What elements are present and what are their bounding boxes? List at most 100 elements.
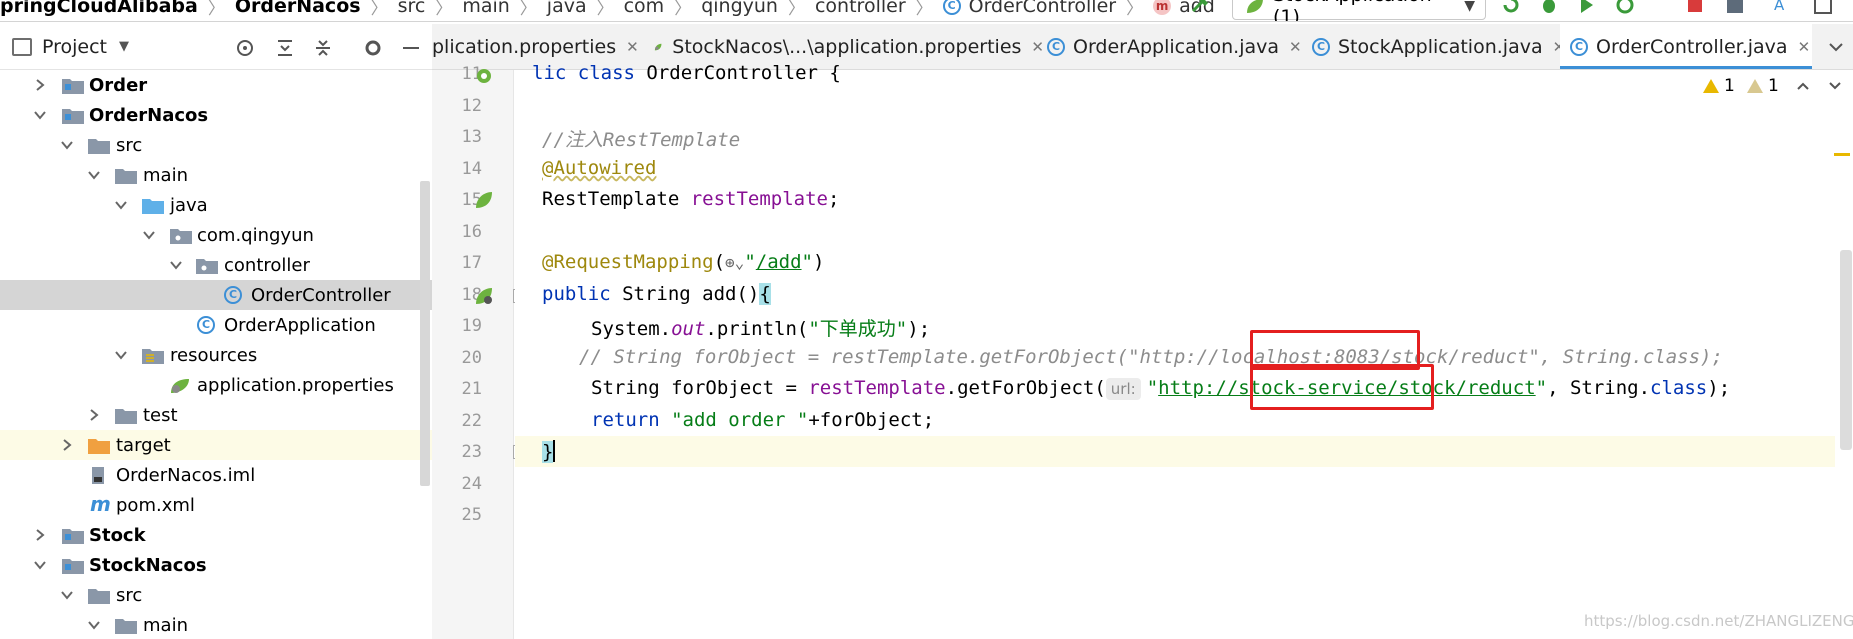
close-icon[interactable]: ✕ [1798, 38, 1811, 56]
resources-folder-icon [142, 348, 164, 364]
tree-item-application-properties[interactable]: application.properties [0, 370, 432, 400]
chevron-down-icon[interactable] [114, 198, 128, 212]
breadcrumb-item-java[interactable]: java [547, 0, 587, 17]
gear-icon[interactable] [362, 37, 384, 59]
close-icon[interactable]: ✕ [1289, 38, 1302, 56]
package-icon [170, 228, 192, 244]
collapse-all-icon[interactable] [312, 37, 334, 59]
rerun-icon[interactable] [1500, 0, 1522, 16]
tree-item-main[interactable]: main [0, 160, 432, 190]
tree-item-main[interactable]: main [0, 610, 432, 639]
tabs-overflow-icon[interactable] [1825, 36, 1847, 58]
coverage-icon[interactable] [1576, 0, 1598, 16]
chevron-right-icon[interactable] [87, 408, 101, 422]
tree-item-stocknacos[interactable]: StockNacos [0, 550, 432, 580]
stop-icon[interactable] [1684, 0, 1706, 16]
properties-icon [171, 378, 189, 393]
tree-item-ordernacos-iml[interactable]: OrderNacos.iml [0, 460, 432, 490]
folder-icon [115, 168, 137, 184]
highlight-box-stock-service [1250, 364, 1434, 410]
run-configuration-selector[interactable]: StockApplication (1) ▼ [1232, 0, 1486, 21]
code-token: lic class [532, 62, 647, 84]
chevron-down-icon: ▼ [1464, 0, 1475, 14]
warning-stripe-marker[interactable] [1834, 153, 1850, 156]
chevron-down-icon[interactable] [142, 228, 156, 242]
tree-item-stock[interactable]: Stock [0, 520, 432, 550]
tree-item-target[interactable]: target [0, 430, 432, 460]
chevron-right-icon: 〉 [435, 0, 453, 19]
inspection-warnings[interactable]: 1 [1702, 76, 1735, 96]
build-hammer-icon[interactable] [1190, 0, 1212, 14]
breadcrumb-item-class[interactable]: OrderController [969, 0, 1116, 17]
profile-icon[interactable] [1614, 0, 1636, 16]
iml-file-icon [92, 466, 104, 484]
chevron-right-icon[interactable] [60, 438, 74, 452]
spring-bean-gutter-icon[interactable] [474, 66, 494, 86]
tab-ordercontroller-java[interactable]: C OrderController.java ✕ [1560, 24, 1812, 69]
project-structure-icon[interactable] [1724, 0, 1746, 16]
chevron-down-icon[interactable] [60, 588, 74, 602]
code-token: , String. [1547, 377, 1651, 399]
breadcrumb-item-main[interactable]: main [462, 0, 509, 17]
tab-label: OrderApplication.java [1073, 36, 1280, 58]
chevron-down-icon[interactable] [33, 108, 47, 122]
globe-icon[interactable]: ⊕⌄ [725, 253, 744, 272]
tree-item-orderapplication[interactable]: C OrderApplication [0, 310, 432, 340]
translate-icon[interactable]: A [1772, 0, 1794, 16]
inspection-weak-warnings[interactable]: 1 [1746, 76, 1779, 96]
chevron-down-icon[interactable] [1827, 78, 1843, 94]
chevron-down-icon[interactable] [87, 618, 101, 632]
tree-item-src[interactable]: src [0, 130, 432, 160]
tree-item-label: Stock [89, 524, 146, 546]
chevron-down-icon[interactable] [87, 168, 101, 182]
tree-item-src[interactable]: src [0, 580, 432, 610]
tree-item-label: OrderApplication [224, 314, 376, 336]
hide-panel-icon[interactable] [400, 37, 422, 59]
project-panel-header: Project ▼ [0, 24, 432, 70]
close-icon[interactable]: ✕ [1031, 38, 1044, 56]
tree-item-ordercontroller[interactable]: C OrderController [0, 280, 432, 310]
code-token: ); [1707, 377, 1731, 399]
chevron-down-icon[interactable] [169, 258, 183, 272]
expand-all-icon[interactable] [274, 37, 296, 59]
request-mapping-gutter-icon[interactable] [474, 286, 494, 306]
tree-item-label: test [143, 404, 178, 426]
tree-item-order[interactable]: Order [0, 70, 432, 100]
weak-warning-icon [1747, 79, 1763, 93]
tree-item-package-com-qingyun[interactable]: com.qingyun [0, 220, 432, 250]
chevron-down-icon[interactable] [60, 138, 74, 152]
tree-item-ordernacos[interactable]: OrderNacos [0, 100, 432, 130]
code-token: String forObject = [591, 377, 809, 399]
tab-stockapplication-java[interactable]: C StockApplication.java ✕ [1312, 24, 1582, 69]
chevron-up-icon[interactable] [1795, 78, 1811, 94]
breadcrumb-item-qingyun[interactable]: qingyun [701, 0, 778, 17]
project-scrollbar[interactable] [420, 181, 430, 486]
breadcrumb-item-src[interactable]: src [398, 0, 426, 17]
breadcrumb-item-project[interactable]: pringCloudAlibaba [0, 0, 198, 17]
breadcrumb-item-com[interactable]: com [624, 0, 665, 17]
tree-item-pom-xml[interactable]: m pom.xml [0, 490, 432, 520]
panel-toggle-icon[interactable] [1812, 0, 1834, 16]
tree-item-java[interactable]: java [0, 190, 432, 220]
debug-bug-icon[interactable] [1538, 0, 1560, 16]
chevron-down-icon[interactable] [114, 348, 128, 362]
chevron-down-icon[interactable]: ▼ [119, 39, 129, 54]
tree-item-package-controller[interactable]: controller [0, 250, 432, 280]
chevron-right-icon[interactable] [33, 528, 47, 542]
breadcrumb-item-module[interactable]: OrderNacos [235, 0, 361, 17]
code-token: ); [907, 318, 931, 340]
tree-item-test[interactable]: test [0, 400, 432, 430]
tree-item-resources[interactable]: resources [0, 340, 432, 370]
code-token: .getForObject( [945, 377, 1106, 399]
excluded-folder-icon [88, 438, 110, 454]
chevron-down-icon[interactable] [33, 558, 47, 572]
editor-scrollbar[interactable] [1840, 250, 1852, 450]
string-token[interactable]: /add [756, 251, 802, 273]
breadcrumb-item-controller[interactable]: controller [815, 0, 906, 17]
project-panel-title[interactable]: Project [42, 36, 107, 58]
locate-file-icon[interactable] [234, 37, 256, 59]
tab-orderapplication-java[interactable]: C OrderApplication.java ✕ [1047, 24, 1307, 69]
chevron-right-icon[interactable] [33, 78, 47, 92]
autowired-gutter-icon[interactable] [474, 190, 494, 210]
close-icon[interactable]: ✕ [626, 38, 639, 56]
